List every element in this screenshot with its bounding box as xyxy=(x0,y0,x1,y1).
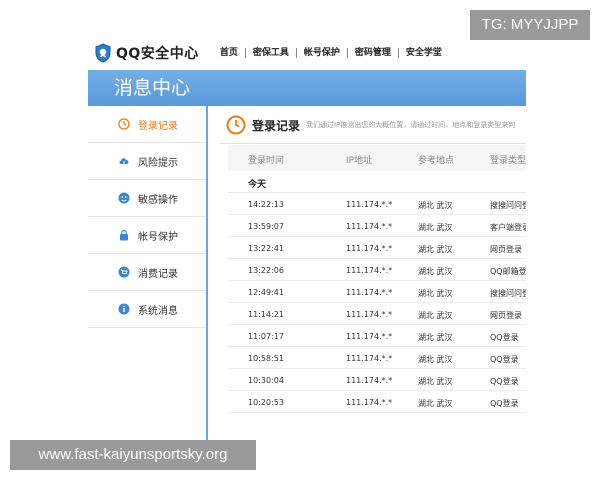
sidebar-item-login-records[interactable]: 登录记录 xyxy=(88,106,206,143)
qq-security-logo[interactable]: QQ安全中心 xyxy=(94,43,199,63)
nav-home[interactable]: 首页 xyxy=(213,48,246,58)
login-type: QQ登录 xyxy=(490,399,519,408)
sidebar-item-sensitive-operations[interactable]: 敏感操作 xyxy=(88,180,206,217)
sidebar-item-label: 消费记录 xyxy=(138,268,178,280)
sidebar-item-account-protection[interactable]: 帐号保护 xyxy=(88,217,206,254)
login-time: 10:30:04 xyxy=(248,376,284,385)
main-content: 登录记录 我们通过IP推测出您的大概位置，请通过时间、地点和登录类型来判 登录时… xyxy=(210,106,526,440)
location: 湖北 武汉 xyxy=(418,223,453,232)
table-row: 13:59:07 111.174.*.* 湖北 武汉 客户端登录 xyxy=(228,215,526,237)
location: 湖北 武汉 xyxy=(418,289,453,298)
table-row: 10:30:04 111.174.*.* 湖北 武汉 QQ登录 xyxy=(228,369,526,391)
login-time: 13:22:41 xyxy=(248,244,284,253)
clock-icon xyxy=(226,115,246,135)
location: 湖北 武汉 xyxy=(418,311,453,320)
ip-address: 111.174.*.* xyxy=(346,310,393,319)
sidebar-item-label: 敏感操作 xyxy=(138,194,178,206)
login-type: 客户端登录 xyxy=(490,223,526,232)
location: 湖北 武汉 xyxy=(418,245,453,254)
login-time: 13:59:07 xyxy=(248,222,284,231)
table-row: 10:20:53 111.174.*.* 湖北 武汉 QQ登录 xyxy=(228,391,526,413)
login-time: 11:07:17 xyxy=(248,332,284,341)
login-type: QQ登录 xyxy=(490,355,519,364)
login-type: QQ邮箱登录 xyxy=(490,267,526,276)
sidebar-item-label: 系统消息 xyxy=(138,305,178,317)
watermark-bottom: www.fast-kaiyunsportsky.org xyxy=(10,440,256,470)
sidebar-item-spending-records[interactable]: 消费记录 xyxy=(88,254,206,291)
sidebar-item-label: 风险提示 xyxy=(138,157,178,169)
sidebar-item-system-messages[interactable]: 系统消息 xyxy=(88,291,206,328)
ip-address: 111.174.*.* xyxy=(346,332,393,341)
ip-address: 111.174.*.* xyxy=(346,398,393,407)
login-type: 网页登录 xyxy=(490,245,522,254)
login-time: 11:14:21 xyxy=(248,310,284,319)
ip-address: 111.174.*.* xyxy=(346,288,393,297)
table-row: 11:07:17 111.174.*.* 湖北 武汉 QQ登录 xyxy=(228,325,526,347)
table-row: 14:22:13 111.174.*.* 湖北 武汉 搜搜问问登 xyxy=(228,193,526,215)
top-nav: 首页 密保工具 帐号保护 密码管理 安全学堂 xyxy=(213,48,449,58)
login-records-table: 14:22:13 111.174.*.* 湖北 武汉 搜搜问问登 13:59:0… xyxy=(228,193,526,413)
group-label: 今天 xyxy=(248,180,267,190)
nav-security-tools[interactable]: 密保工具 xyxy=(246,48,297,58)
ip-address: 111.174.*.* xyxy=(346,244,393,253)
column-header-time: 登录时间 xyxy=(248,156,285,166)
face-icon xyxy=(118,192,130,204)
logo-text: QQ安全中心 xyxy=(116,46,199,62)
shield-icon xyxy=(95,43,111,63)
sidebar: 登录记录 风险提示 敏感操作 帐号保护 消费记录 系统消息 xyxy=(88,106,208,440)
table-header: 登录时间 IP地址 参考地点 登录类型 xyxy=(228,145,526,171)
login-time: 12:49:41 xyxy=(248,288,284,297)
login-time: 14:22:13 xyxy=(248,200,284,209)
login-type: 网页登录 xyxy=(490,311,522,320)
section-header: 登录记录 我们通过IP推测出您的大概位置，请通过时间、地点和登录类型来判 xyxy=(226,112,515,138)
ip-address: 111.174.*.* xyxy=(346,266,393,275)
table-row: 13:22:06 111.174.*.* 湖北 武汉 QQ邮箱登录 xyxy=(228,259,526,281)
column-header-login-type: 登录类型 xyxy=(490,156,526,166)
login-time: 13:22:06 xyxy=(248,266,284,275)
login-type: QQ登录 xyxy=(490,333,519,342)
table-row: 12:49:41 111.174.*.* 湖北 武汉 搜搜问问登 xyxy=(228,281,526,303)
ip-address: 111.174.*.* xyxy=(346,222,393,231)
sidebar-item-risk-alerts[interactable]: 风险提示 xyxy=(88,143,206,180)
ip-address: 111.174.*.* xyxy=(346,376,393,385)
login-time: 10:58:51 xyxy=(248,354,284,363)
location: 湖北 武汉 xyxy=(418,377,453,386)
location: 湖北 武汉 xyxy=(418,201,453,210)
lock-icon xyxy=(120,230,128,241)
nav-account-protection[interactable]: 帐号保护 xyxy=(297,48,348,58)
divider xyxy=(220,143,526,144)
section-description: 我们通过IP推测出您的大概位置，请通过时间、地点和登录类型来判 xyxy=(306,121,516,129)
group-header-today: 今天 xyxy=(228,171,526,193)
sidebar-item-label: 帐号保护 xyxy=(138,231,178,243)
location: 湖北 武汉 xyxy=(418,399,453,408)
nav-security-school[interactable]: 安全学堂 xyxy=(399,48,449,58)
column-header-ip: IP地址 xyxy=(346,156,373,166)
info-icon xyxy=(118,303,130,315)
nav-password-management[interactable]: 密码管理 xyxy=(348,48,399,58)
login-type: 搜搜问问登 xyxy=(490,201,526,210)
column-header-location: 参考地点 xyxy=(418,156,455,166)
watermark-top: TG: MYYJJPP xyxy=(470,10,590,40)
table-row: 13:22:41 111.174.*.* 湖北 武汉 网页登录 xyxy=(228,237,526,259)
top-navigation-bar: QQ安全中心 首页 密保工具 帐号保护 密码管理 安全学堂 xyxy=(88,38,526,68)
clock-icon xyxy=(118,118,130,130)
table-row: 10:58:51 111.174.*.* 湖北 武汉 QQ登录 xyxy=(228,347,526,369)
page-banner: 消息中心 xyxy=(88,70,526,106)
app-window: QQ安全中心 首页 密保工具 帐号保护 密码管理 安全学堂 消息中心 登录记录 … xyxy=(88,38,526,440)
login-type: 搜搜问问登 xyxy=(490,289,526,298)
login-time: 10:20:53 xyxy=(248,398,284,407)
ip-address: 111.174.*.* xyxy=(346,200,393,209)
cloud-icon xyxy=(119,158,129,167)
location: 湖北 武汉 xyxy=(418,355,453,364)
location: 湖北 武汉 xyxy=(418,267,453,276)
cart-icon xyxy=(118,266,130,278)
ip-address: 111.174.*.* xyxy=(346,354,393,363)
table-row: 11:14:21 111.174.*.* 湖北 武汉 网页登录 xyxy=(228,303,526,325)
login-type: QQ登录 xyxy=(490,377,519,386)
location: 湖北 武汉 xyxy=(418,333,453,342)
page-title: 登录记录 xyxy=(252,118,301,133)
sidebar-item-label: 登录记录 xyxy=(138,120,178,132)
